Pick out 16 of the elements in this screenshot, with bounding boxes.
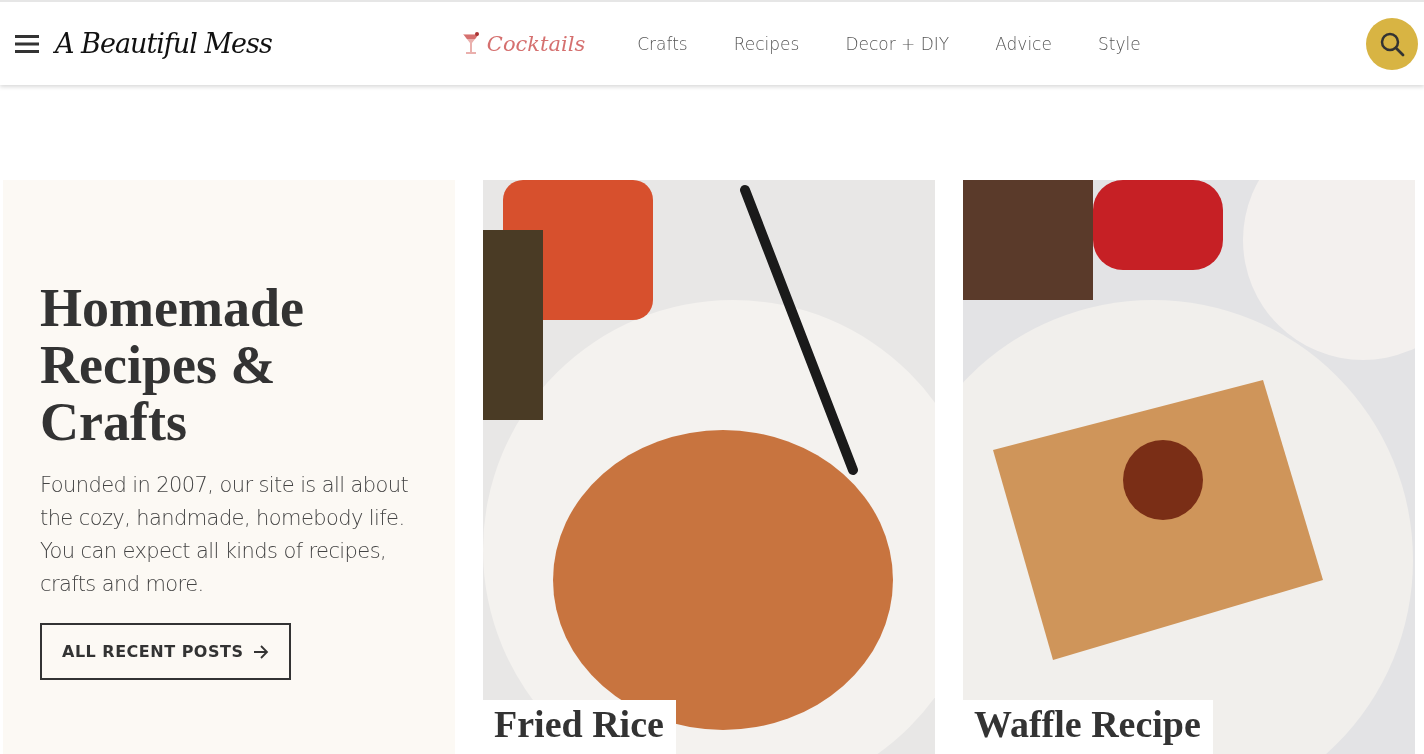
- nav-link[interactable]: Crafts: [637, 33, 688, 54]
- post-title[interactable]: Waffle Recipe: [963, 700, 1213, 754]
- cocktail-glass-icon: [460, 30, 481, 57]
- site-logo[interactable]: A Beautiful Mess: [55, 25, 272, 62]
- search-icon: [1379, 30, 1405, 57]
- post-title[interactable]: Fried Rice: [483, 700, 676, 754]
- menu-icon[interactable]: [15, 33, 39, 54]
- nav-link[interactable]: Advice: [995, 33, 1052, 54]
- intro-text: Founded in 2007, our site is all about the cozy, handmade, homebody life. You can expect all kinds of recipes, crafts and more.: [40, 472, 410, 598]
- arrow-right-icon: [253, 644, 270, 659]
- nav-link[interactable]: Decor + DIY: [845, 33, 950, 54]
- nav-link[interactable]: Style: [1097, 33, 1141, 54]
- all-posts-button[interactable]: ALL RECENT POSTS: [40, 623, 292, 680]
- intro-heading: Homemade Recipes & Crafts: [40, 280, 305, 451]
- search-button[interactable]: [1366, 17, 1418, 70]
- nav-link[interactable]: Recipes: [733, 33, 800, 54]
